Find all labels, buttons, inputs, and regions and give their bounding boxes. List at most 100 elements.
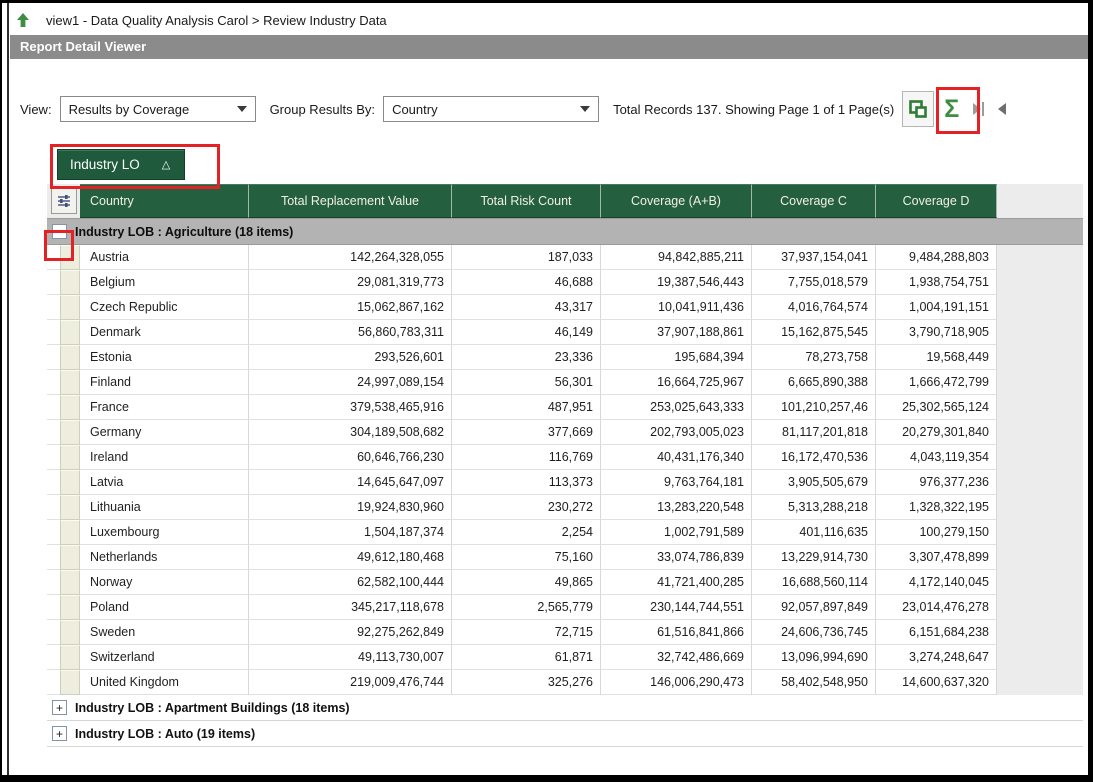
row-indicator[interactable] [60,520,80,545]
cell-total-replacement-value: 62,582,100,444 [249,570,452,595]
cell-total-replacement-value: 379,538,465,916 [249,395,452,420]
column-header-country[interactable]: Country [80,184,249,218]
group-indent [47,295,60,320]
column-header-total-replacement-value[interactable]: Total Replacement Value [249,184,452,218]
table-row[interactable]: Sweden 92,275,262,849 72,715 61,516,841,… [47,620,1083,645]
row-indicator[interactable] [60,445,80,470]
cell-coverage-d: 1,328,322,195 [876,495,997,520]
cell-coverage-d: 976,377,236 [876,470,997,495]
cell-coverage-c: 78,273,758 [752,345,876,370]
row-indicator[interactable] [60,495,80,520]
cell-coverage-d: 3,307,478,899 [876,545,997,570]
row-indicator[interactable] [60,270,80,295]
table-row[interactable]: Latvia 14,645,647,097 113,373 9,763,764,… [47,470,1083,495]
cell-country: Switzerland [80,645,249,670]
row-indicator[interactable] [60,420,80,445]
table-row[interactable]: Norway 62,582,100,444 49,865 41,721,400,… [47,570,1083,595]
column-header-total-risk-count[interactable]: Total Risk Count [452,184,601,218]
field-chooser-icon [56,193,72,209]
row-indicator[interactable] [60,370,80,395]
table-row[interactable]: Netherlands 49,612,180,468 75,160 33,074… [47,545,1083,570]
cell-country: Belgium [80,270,249,295]
cell-total-replacement-value: 49,612,180,468 [249,545,452,570]
table-row[interactable]: Austria 142,264,328,055 187,033 94,842,8… [47,245,1083,270]
toolbar: View: Results by Coverage Group Results … [20,91,1088,127]
collapse-group-button[interactable]: − [52,224,67,239]
row-indicator[interactable] [60,470,80,495]
row-indicator[interactable] [60,670,80,695]
cell-total-risk-count: 187,033 [452,245,601,270]
table-row[interactable]: United Kingdom 219,009,476,744 325,276 1… [47,670,1083,695]
table-row[interactable]: Switzerland 49,113,730,007 61,871 32,742… [47,645,1083,670]
group-by-dropdown[interactable]: Country [383,96,599,122]
cell-country: Norway [80,570,249,595]
row-indicator[interactable] [60,595,80,620]
cell-coverage-c: 37,937,154,041 [752,245,876,270]
cell-coverage-d: 3,274,248,647 [876,645,997,670]
group-indent [47,270,60,295]
chevron-down-icon [580,106,590,112]
table-row[interactable]: Poland 345,217,118,678 2,565,779 230,144… [47,595,1083,620]
cell-country: Ireland [80,445,249,470]
cell-total-risk-count: 113,373 [452,470,601,495]
group-row-label: Industry LOB : Agriculture (18 items) [75,225,293,239]
tab-industry-lob[interactable]: Industry LO △ [57,149,185,180]
navigate-up-icon[interactable] [14,11,32,29]
cell-coverage-c: 24,606,736,745 [752,620,876,645]
export-report-button[interactable] [902,91,934,127]
cell-coverage-d: 1,666,472,799 [876,370,997,395]
row-indicator[interactable] [60,295,80,320]
view-dropdown[interactable]: Results by Coverage [60,96,256,122]
cell-coverage-d: 19,568,449 [876,345,997,370]
group-row-auto: + Industry LOB : Auto (19 items) [47,721,1083,747]
field-chooser-button[interactable] [51,188,77,214]
group-indent [47,495,60,520]
cell-total-risk-count: 46,149 [452,320,601,345]
window-title-bar: Report Detail Viewer [10,35,1088,59]
table-row[interactable]: Ireland 60,646,766,230 116,769 40,431,17… [47,445,1083,470]
cell-coverage-ab: 40,431,176,340 [601,445,752,470]
cell-coverage-c: 5,313,288,218 [752,495,876,520]
table-row[interactable]: Denmark 56,860,783,311 46,149 37,907,188… [47,320,1083,345]
cell-country: Netherlands [80,545,249,570]
row-indicator[interactable] [60,645,80,670]
cell-coverage-d: 9,484,288,803 [876,245,997,270]
table-row[interactable]: Finland 24,997,089,154 56,301 16,664,725… [47,370,1083,395]
row-indicator[interactable] [60,620,80,645]
table-row[interactable]: France 379,538,465,916 487,951 253,025,6… [47,395,1083,420]
cell-coverage-ab: 253,025,643,333 [601,395,752,420]
column-header-coverage-d[interactable]: Coverage D [876,184,997,218]
column-header-coverage-c[interactable]: Coverage C [752,184,876,218]
expand-group-button[interactable]: + [52,726,67,741]
row-indicator[interactable] [60,320,80,345]
previous-page-icon[interactable] [998,103,1006,115]
summary-sigma-button[interactable]: Σ [944,97,959,122]
cell-coverage-c: 15,162,875,545 [752,320,876,345]
row-indicator[interactable] [60,395,80,420]
header-filler [997,184,1083,218]
row-indicator[interactable] [60,345,80,370]
expand-group-button[interactable]: + [52,700,67,715]
table-row[interactable]: Luxembourg 1,504,187,374 2,254 1,002,791… [47,520,1083,545]
table-row[interactable]: Belgium 29,081,319,773 46,688 19,387,546… [47,270,1083,295]
row-indicator[interactable] [60,245,80,270]
table-row[interactable]: Germany 304,189,508,682 377,669 202,793,… [47,420,1083,445]
row-indicator[interactable] [60,545,80,570]
cell-total-replacement-value: 19,924,830,960 [249,495,452,520]
cell-coverage-ab: 16,664,725,967 [601,370,752,395]
table-row[interactable]: Lithuania 19,924,830,960 230,272 13,283,… [47,495,1083,520]
pager [973,102,1006,116]
row-indicator[interactable] [60,570,80,595]
cell-country: Germany [80,420,249,445]
window-left-edge [7,3,9,775]
table-row[interactable]: Estonia 293,526,601 23,336 195,684,394 7… [47,345,1083,370]
toolbar-icons: Σ [902,91,1006,127]
group-indent [47,620,60,645]
cell-coverage-ab: 13,283,220,548 [601,495,752,520]
table-row[interactable]: Czech Republic 15,062,867,162 43,317 10,… [47,295,1083,320]
sort-ascending-icon[interactable]: △ [162,158,170,171]
last-page-icon[interactable] [973,102,984,116]
column-header-coverage-ab[interactable]: Coverage (A+B) [601,184,752,218]
cell-coverage-c: 58,402,548,950 [752,670,876,695]
group-indent [47,570,60,595]
